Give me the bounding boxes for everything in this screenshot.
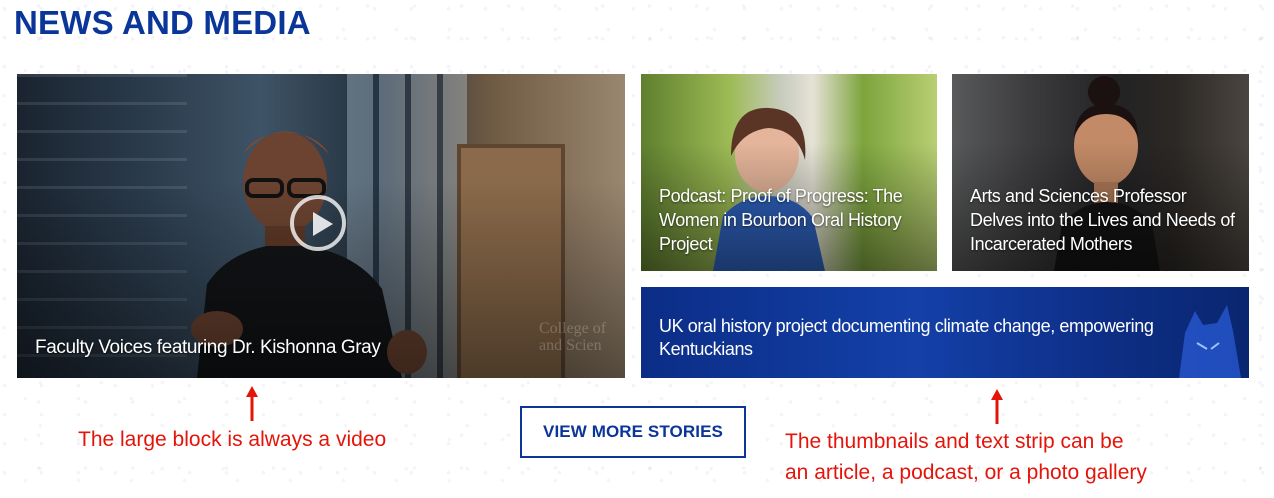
section-heading: NEWS AND MEDIA [14, 4, 311, 41]
view-more-stories-button[interactable]: VIEW MORE STORIES [520, 406, 746, 458]
annotation-right-line1: The thumbnails and text strip can be [785, 430, 1124, 453]
thumbnail-title: Arts and Sciences Professor Delves into … [970, 186, 1235, 254]
video-title: Faculty Voices featuring Dr. Kishonna Gr… [35, 337, 381, 358]
thumbnail-title: Podcast: Proof of Progress: The Women in… [659, 186, 903, 254]
story-thumbnail-article[interactable]: Arts and Sciences Professor Delves into … [952, 74, 1249, 271]
video-watermark: College of and Scien [539, 320, 607, 354]
story-thumbnail-podcast[interactable]: Podcast: Proof of Progress: The Women in… [641, 74, 937, 271]
annotation-right-line2: an article, a podcast, or a photo galler… [785, 461, 1147, 484]
story-text-strip[interactable]: UK oral history project documenting clim… [641, 287, 1249, 378]
featured-video-card[interactable]: College of and Scien Faculty Voices feat… [17, 74, 625, 378]
annotation-right: The thumbnails and text strip can be an … [785, 426, 1147, 488]
annotation-left: The large block is always a video [78, 428, 387, 451]
strip-title: UK oral history project documenting clim… [659, 316, 1154, 359]
play-icon[interactable] [290, 195, 346, 251]
arrow-up-icon [991, 389, 1003, 424]
arrow-up-icon [246, 386, 258, 421]
